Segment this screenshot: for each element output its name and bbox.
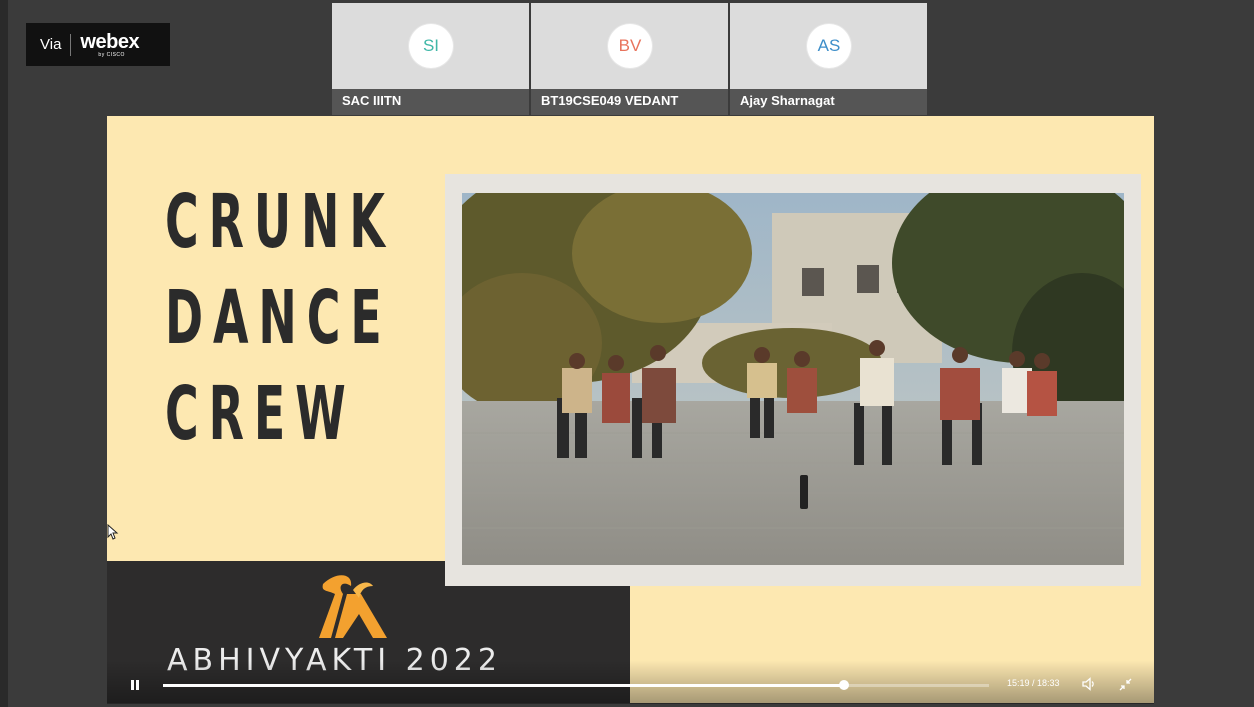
seek-thumb[interactable] <box>839 680 850 690</box>
via-label: Via <box>40 36 62 53</box>
time-display: 15:19 / 18:33 <box>1007 678 1060 688</box>
seek-bar[interactable] <box>163 680 989 690</box>
volume-button[interactable] <box>1081 676 1097 692</box>
seek-progress <box>163 684 845 687</box>
webex-logo: webex by CISCO <box>80 32 139 58</box>
avatar: SI <box>409 24 453 68</box>
participant-tile[interactable]: SI SAC IIITN <box>332 3 529 115</box>
volume-icon <box>1082 677 1094 691</box>
slide-title: CRUNK DANCE CREW <box>165 174 395 462</box>
participant-name: Ajay Sharnagat <box>740 93 835 108</box>
participant-tile[interactable]: AS Ajay Sharnagat <box>730 3 927 115</box>
webex-badge: Via webex by CISCO <box>26 23 170 66</box>
title-line: DANCE <box>165 275 392 361</box>
dance-crew-photo <box>462 193 1124 565</box>
badge-divider <box>70 33 72 56</box>
participant-strip: SI SAC IIITN BV BT19CSE049 VEDANT AS Aja… <box>332 3 927 115</box>
shared-slide: CRUNK DANCE CREW <box>107 116 1154 703</box>
avatar: BV <box>608 24 652 68</box>
photo-illustration <box>462 193 1124 565</box>
video-controls: 15:19 / 18:33 <box>107 660 1154 704</box>
abhivyakti-logo-icon <box>313 572 393 642</box>
pause-button[interactable] <box>128 678 142 692</box>
avatar: AS <box>807 24 851 68</box>
mouse-cursor-icon <box>107 523 119 540</box>
collapse-icon <box>1119 678 1132 691</box>
participant-name: SAC IIITN <box>342 93 402 108</box>
title-line: CRUNK <box>165 179 395 265</box>
collapse-button[interactable] <box>1119 678 1132 691</box>
pause-icon <box>131 680 139 690</box>
participant-name: BT19CSE049 VEDANT <box>541 93 679 108</box>
title-line: CREW <box>165 371 356 457</box>
photo-frame <box>445 174 1141 586</box>
meeting-window: Via webex by CISCO SI SAC IIITN BV BT19C… <box>0 0 1254 707</box>
webex-brand-name: webex <box>80 30 140 53</box>
participant-tile[interactable]: BV BT19CSE049 VEDANT <box>531 3 728 115</box>
window-edge <box>0 0 8 707</box>
webex-brand-sub: by CISCO <box>98 51 125 58</box>
